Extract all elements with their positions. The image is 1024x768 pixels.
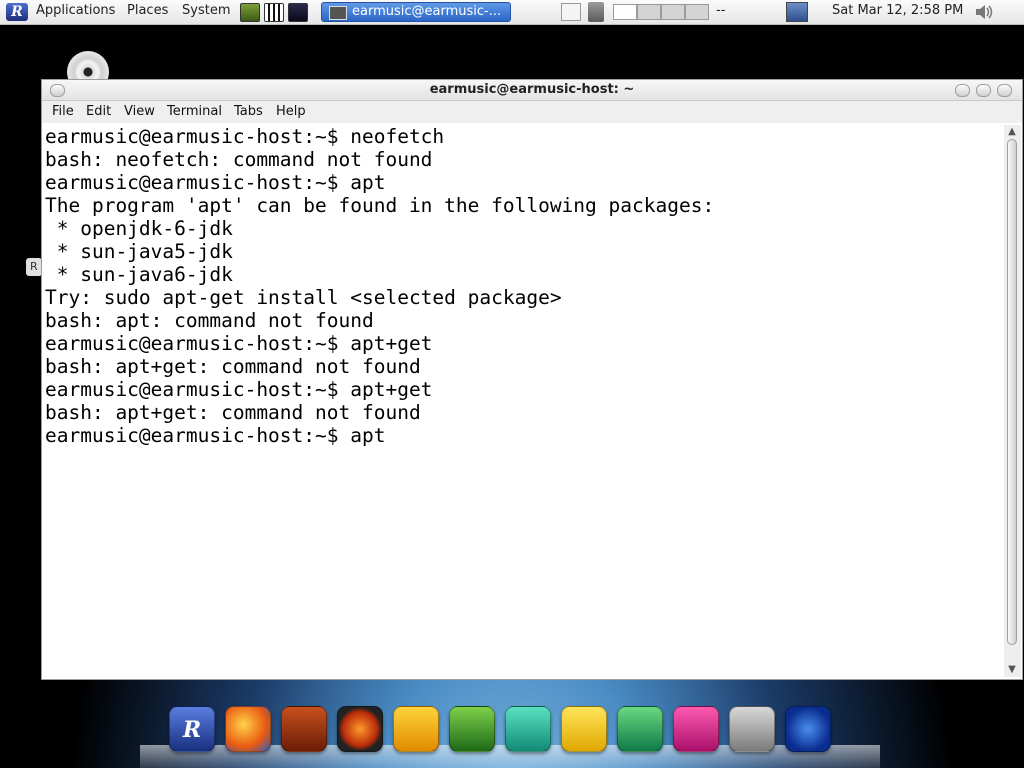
workspace-3[interactable] bbox=[661, 4, 685, 20]
terminal-line: * openjdk-6-jdk bbox=[45, 217, 233, 240]
terminal-line: * sun-java6-jdk bbox=[45, 263, 233, 286]
app-logo-dock-icon[interactable]: R bbox=[169, 706, 215, 752]
terminal-menubar: File Edit View Terminal Tabs Help bbox=[42, 101, 1022, 123]
office-dock-icon[interactable] bbox=[561, 706, 607, 752]
music-dock-icon[interactable] bbox=[673, 706, 719, 752]
terminal-line: earmusic@earmusic-host:~$ neofetch bbox=[45, 125, 445, 148]
terminal-line: * sun-java5-jdk bbox=[45, 240, 233, 263]
terminal-line: bash: apt+get: command not found bbox=[45, 401, 421, 424]
menu-file[interactable]: File bbox=[52, 104, 74, 119]
clock[interactable]: Sat Mar 12, 2:58 PM bbox=[832, 3, 963, 18]
top-panel: R Applications Places System earmusic@ea… bbox=[0, 0, 1024, 25]
menu-system[interactable]: System bbox=[182, 3, 230, 18]
terminal-scrollbar[interactable]: ▲ ▼ bbox=[1004, 125, 1021, 677]
audio-launcher-icon[interactable] bbox=[288, 3, 308, 22]
taskbar-terminal-label: earmusic@earmusic-... bbox=[352, 4, 502, 19]
window-title: earmusic@earmusic-host: ~ bbox=[429, 82, 635, 97]
terminal-line: bash: apt: command not found bbox=[45, 309, 374, 332]
scroll-down-arrow-icon[interactable]: ▼ bbox=[1007, 665, 1017, 675]
show-desktop-icon[interactable] bbox=[561, 3, 581, 21]
menu-places[interactable]: Places bbox=[127, 3, 168, 18]
menu-view[interactable]: View bbox=[124, 104, 155, 119]
terminal-line: The program 'apt' can be found in the fo… bbox=[45, 194, 715, 217]
desktop-icon-label[interactable]: R bbox=[26, 258, 42, 276]
trash-icon[interactable] bbox=[588, 2, 604, 22]
burner-dock-icon[interactable] bbox=[337, 706, 383, 752]
close-button[interactable] bbox=[997, 84, 1012, 97]
coffee-dock-icon[interactable] bbox=[393, 706, 439, 752]
terminal-line: earmusic@earmusic-host:~$ apt bbox=[45, 171, 386, 194]
drawing-dock-icon[interactable] bbox=[617, 706, 663, 752]
terminal-output[interactable]: earmusic@earmusic-host:~$ neofetch bash:… bbox=[45, 125, 1003, 677]
workspace-extra: -- bbox=[716, 3, 726, 18]
keyboard-launcher-icon[interactable] bbox=[264, 3, 284, 22]
terminal-line: earmusic@earmusic-host:~$ apt+get bbox=[45, 332, 433, 355]
photo-editor-dock-icon[interactable] bbox=[449, 706, 495, 752]
window-titlebar[interactable]: earmusic@earmusic-host: ~ bbox=[42, 80, 1022, 101]
menu-tabs[interactable]: Tabs bbox=[234, 104, 263, 119]
terminal-line: bash: apt+get: command not found bbox=[45, 355, 421, 378]
browser-dock-icon[interactable] bbox=[225, 706, 271, 752]
minimize-button[interactable] bbox=[955, 84, 970, 97]
volume-icon[interactable] bbox=[974, 4, 994, 24]
terminal-icon bbox=[329, 6, 347, 20]
power-dock-icon[interactable] bbox=[785, 706, 831, 752]
guitar-dock-icon[interactable] bbox=[281, 706, 327, 752]
menu-help[interactable]: Help bbox=[276, 104, 306, 119]
taskbar-terminal-button[interactable]: earmusic@earmusic-... bbox=[321, 2, 511, 22]
workspace-4[interactable] bbox=[685, 4, 709, 20]
workspace-1[interactable] bbox=[613, 4, 637, 20]
app-logo-icon[interactable]: R bbox=[6, 3, 28, 21]
monitor-launcher-icon[interactable] bbox=[240, 3, 260, 22]
network-icon[interactable] bbox=[786, 2, 808, 22]
settings-dock-icon[interactable] bbox=[729, 706, 775, 752]
scroll-thumb[interactable] bbox=[1007, 139, 1017, 645]
scroll-up-arrow-icon[interactable]: ▲ bbox=[1007, 127, 1017, 137]
menu-edit[interactable]: Edit bbox=[86, 104, 111, 119]
messenger-dock-icon[interactable] bbox=[505, 706, 551, 752]
maximize-button[interactable] bbox=[976, 84, 991, 97]
menu-applications[interactable]: Applications bbox=[36, 3, 115, 18]
terminal-line: bash: neofetch: command not found bbox=[45, 148, 433, 171]
workspace-2[interactable] bbox=[637, 4, 661, 20]
menu-terminal[interactable]: Terminal bbox=[167, 104, 222, 119]
terminal-line: Try: sudo apt-get install <selected pack… bbox=[45, 286, 562, 309]
terminal-line: earmusic@earmusic-host:~$ apt+get bbox=[45, 378, 433, 401]
terminal-window: earmusic@earmusic-host: ~ File Edit View… bbox=[41, 79, 1023, 680]
terminal-prompt-line: earmusic@earmusic-host:~$ apt bbox=[45, 424, 386, 447]
